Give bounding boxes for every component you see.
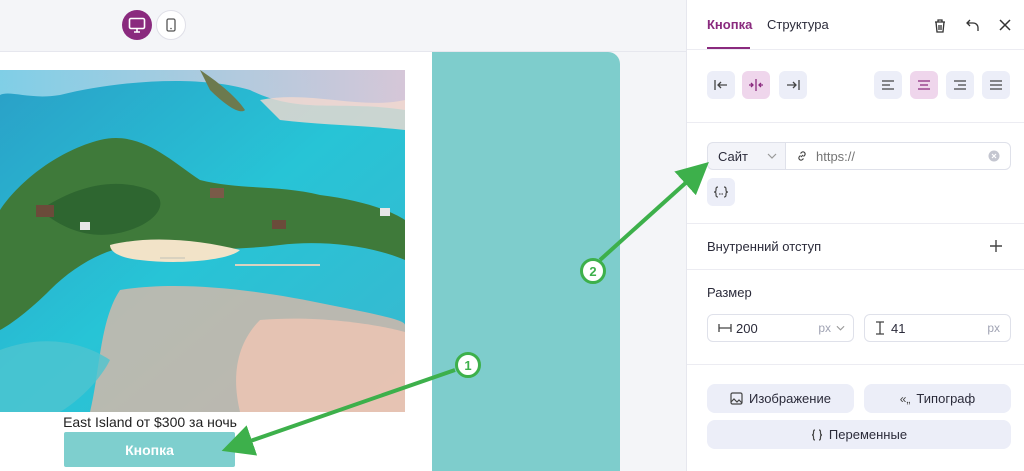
text-align-left-button[interactable] [874, 71, 902, 99]
align-right-edge-button[interactable] [779, 71, 807, 99]
text-justify-button[interactable] [982, 71, 1010, 99]
close-icon[interactable] [996, 16, 1014, 34]
align-right-edge-icon [787, 80, 800, 90]
typograph-button[interactable]: «„ Типограф [864, 384, 1011, 413]
text-align-center-icon [918, 80, 930, 90]
panel-header: Кнопка Структура [687, 0, 1024, 50]
height-field[interactable]: 41 px [864, 314, 1011, 342]
undo-icon[interactable] [964, 16, 982, 34]
text-align-right-icon [954, 80, 966, 90]
width-value: 200 [736, 320, 758, 336]
image-button-label: Изображение [749, 391, 831, 406]
size-label: Размер [707, 285, 752, 300]
mobile-view-button[interactable] [156, 10, 186, 40]
tab-button[interactable]: Кнопка [707, 17, 752, 32]
quotes-icon: «„ [899, 391, 911, 406]
variables-button-label: Переменные [828, 427, 908, 442]
align-left-edge-button[interactable] [707, 71, 735, 99]
email-canvas: East Island от $300 за ночь Кнопка [0, 0, 686, 471]
active-tab-indicator [707, 47, 750, 49]
desktop-view-button[interactable] [122, 10, 152, 40]
link-icon [798, 151, 806, 161]
text-align-left-icon [882, 80, 894, 90]
variables-button[interactable]: Переменные [707, 420, 1011, 449]
email-cta-button[interactable]: Кнопка [64, 432, 235, 467]
text-justify-icon [990, 80, 1002, 90]
text-align-right-button[interactable] [946, 71, 974, 99]
height-icon [876, 321, 884, 335]
plus-icon[interactable] [989, 239, 1003, 253]
width-icon [718, 324, 732, 332]
url-field[interactable] [785, 142, 1011, 170]
tab-structure[interactable]: Структура [767, 17, 829, 32]
link-type-value: Сайт [718, 148, 748, 164]
device-toggle [122, 10, 186, 40]
text-align-center-button[interactable] [910, 71, 938, 99]
chevron-down-icon [767, 153, 777, 159]
width-unit: px [818, 321, 831, 335]
braces-icon [811, 428, 822, 441]
teal-column-block[interactable] [432, 52, 620, 471]
typograph-button-label: Типограф [916, 391, 976, 406]
trash-icon[interactable] [931, 16, 949, 34]
image-caption: East Island от $300 за ночь [63, 414, 237, 430]
chevron-down-icon[interactable] [836, 325, 845, 331]
padding-label: Внутренний отступ [707, 239, 822, 254]
align-left-edge-icon [714, 80, 727, 90]
email-body: East Island от $300 за ночь Кнопка [0, 52, 432, 471]
width-field[interactable]: 200 px [707, 314, 854, 342]
align-center-icon [749, 79, 763, 91]
align-center-button[interactable] [742, 71, 770, 99]
section-divider [687, 364, 1024, 365]
image-button[interactable]: Изображение [707, 384, 854, 413]
height-unit: px [987, 321, 1000, 335]
braces-icon [713, 186, 729, 198]
smartphone-icon [166, 18, 176, 32]
island-photo[interactable] [0, 70, 405, 412]
image-icon [730, 392, 743, 405]
section-divider [687, 122, 1024, 123]
height-value: 41 [891, 320, 906, 336]
section-divider [687, 223, 1024, 224]
clear-icon[interactable] [988, 150, 1000, 162]
monitor-icon [128, 17, 146, 33]
link-type-select[interactable]: Сайт [707, 142, 785, 170]
variables-insert-button[interactable] [707, 178, 735, 206]
canvas-toolbar [0, 0, 686, 52]
section-divider [687, 269, 1024, 270]
url-input[interactable] [816, 148, 976, 164]
settings-panel: Кнопка Структура Сайт https:// Внутренни… [686, 0, 1024, 471]
